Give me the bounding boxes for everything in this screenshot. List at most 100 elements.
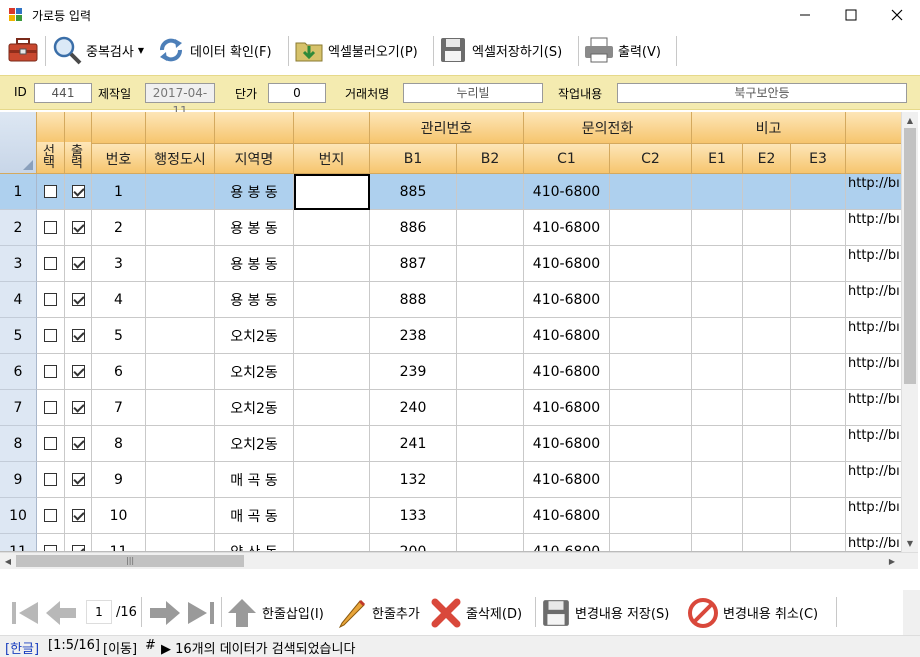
scroll-right-icon[interactable]: ▶	[884, 553, 900, 569]
select-checkbox[interactable]	[44, 545, 57, 551]
cell-c1[interactable]: 410-6800	[524, 534, 610, 551]
cell-num[interactable]: 5	[92, 318, 146, 354]
cell-admin[interactable]	[146, 354, 215, 390]
cell-print[interactable]	[65, 390, 92, 426]
cell-print[interactable]	[65, 354, 92, 390]
column-header-c2[interactable]: C2	[610, 144, 692, 174]
grid-corner[interactable]	[0, 112, 37, 174]
cell-url[interactable]: http://bı	[846, 462, 901, 498]
cell-num[interactable]: 1	[92, 174, 146, 210]
date-field[interactable]: 2017-04-11	[145, 83, 215, 118]
cell-c1[interactable]: 410-6800	[524, 246, 610, 282]
cell-region[interactable]: 용 봉 동	[215, 246, 294, 282]
cell-b2[interactable]	[457, 498, 524, 534]
row-header[interactable]: 4	[0, 282, 37, 318]
cell-c2[interactable]	[610, 426, 692, 462]
row-header[interactable]: 10	[0, 498, 37, 534]
cell-admin[interactable]	[146, 498, 215, 534]
select-checkbox[interactable]	[44, 473, 57, 486]
cell-c2[interactable]	[610, 390, 692, 426]
cell-admin[interactable]	[146, 534, 215, 551]
cell-e3[interactable]	[791, 498, 846, 534]
price-field[interactable]: 0	[268, 83, 326, 103]
cell-e2[interactable]	[743, 246, 791, 282]
cell-lot[interactable]	[294, 210, 370, 246]
print-checkbox[interactable]	[71, 221, 85, 234]
cell-b1[interactable]: 887	[370, 246, 457, 282]
dup-check-button[interactable]: 중복검사 ▼	[52, 30, 144, 70]
cell-e3[interactable]	[791, 318, 846, 354]
print-checkbox[interactable]	[71, 257, 85, 270]
cell-lot[interactable]	[294, 498, 370, 534]
cell-e1[interactable]	[692, 246, 743, 282]
cell-admin[interactable]	[146, 210, 215, 246]
select-checkbox[interactable]	[44, 401, 57, 414]
column-header-region[interactable]: 지역명	[215, 144, 294, 174]
last-page-button[interactable]	[184, 590, 218, 635]
cell-b1[interactable]: 886	[370, 210, 457, 246]
cell-b2[interactable]	[457, 426, 524, 462]
cell-print[interactable]	[65, 462, 92, 498]
select-checkbox[interactable]	[44, 257, 57, 270]
select-checkbox[interactable]	[44, 221, 57, 234]
cell-region[interactable]: 용 봉 동	[215, 174, 294, 210]
cell-b2[interactable]	[457, 354, 524, 390]
cell-region[interactable]: 오치2동	[215, 390, 294, 426]
cell-c2[interactable]	[610, 534, 692, 551]
cell-e2[interactable]	[743, 390, 791, 426]
horizontal-scrollbar[interactable]: ◀ ||| ▶	[0, 552, 918, 569]
row-header[interactable]: 6	[0, 354, 37, 390]
cell-c1[interactable]: 410-6800	[524, 282, 610, 318]
row-header[interactable]: 3	[0, 246, 37, 282]
cell-lot[interactable]	[294, 534, 370, 551]
cell-num[interactable]: 10	[92, 498, 146, 534]
save-changes-button[interactable]: 변경내용 저장(S)	[541, 590, 669, 635]
cell-e3[interactable]	[791, 534, 846, 551]
row-header[interactable]: 9	[0, 462, 37, 498]
cell-e1[interactable]	[692, 318, 743, 354]
cell-b2[interactable]	[457, 318, 524, 354]
cell-c1[interactable]: 410-6800	[524, 462, 610, 498]
data-grid[interactable]: 관리번호 문의전화 비고 선택 출력 번호 행정도시 지역명 번지 B1 B2 C1 C2 E1 E2 E3 1…	[0, 112, 901, 552]
cell-region[interactable]: 용 봉 동	[215, 282, 294, 318]
cell-url[interactable]: http://bı	[846, 282, 901, 318]
cell-e2[interactable]	[743, 282, 791, 318]
print-button[interactable]: 출력(V)	[584, 30, 661, 70]
print-checkbox[interactable]	[71, 473, 85, 486]
cell-e1[interactable]	[692, 534, 743, 551]
cell-e1[interactable]	[692, 390, 743, 426]
cell-e2[interactable]	[743, 318, 791, 354]
cell-e2[interactable]	[743, 462, 791, 498]
cell-e1[interactable]	[692, 498, 743, 534]
work-field[interactable]: 북구보안등	[617, 83, 907, 103]
print-checkbox[interactable]	[71, 185, 85, 198]
first-page-button[interactable]	[8, 590, 42, 635]
cell-admin[interactable]	[146, 246, 215, 282]
cell-url[interactable]: http://bı	[846, 426, 901, 462]
cell-e3[interactable]	[791, 426, 846, 462]
cell-url[interactable]: http://bı	[846, 210, 901, 246]
cell-num[interactable]: 8	[92, 426, 146, 462]
cell-print[interactable]	[65, 498, 92, 534]
cell-admin[interactable]	[146, 318, 215, 354]
cell-num[interactable]: 3	[92, 246, 146, 282]
cell-b2[interactable]	[457, 174, 524, 210]
add-row-button[interactable]: 한줄추가	[336, 590, 420, 635]
cell-lot[interactable]	[294, 282, 370, 318]
cell-lot[interactable]	[294, 390, 370, 426]
cell-e2[interactable]	[743, 534, 791, 551]
select-checkbox[interactable]	[44, 185, 57, 198]
minimize-button[interactable]	[782, 0, 828, 30]
cell-url[interactable]: http://bı	[846, 498, 901, 534]
cell-c2[interactable]	[610, 498, 692, 534]
cell-num[interactable]: 11	[92, 534, 146, 551]
cell-c2[interactable]	[610, 246, 692, 282]
cell-c1[interactable]: 410-6800	[524, 210, 610, 246]
cell-e2[interactable]	[743, 354, 791, 390]
select-checkbox[interactable]	[44, 437, 57, 450]
id-field[interactable]: 441	[34, 83, 92, 103]
cell-select[interactable]	[37, 174, 65, 210]
cell-c2[interactable]	[610, 462, 692, 498]
cell-admin[interactable]	[146, 426, 215, 462]
cell-c1[interactable]: 410-6800	[524, 354, 610, 390]
